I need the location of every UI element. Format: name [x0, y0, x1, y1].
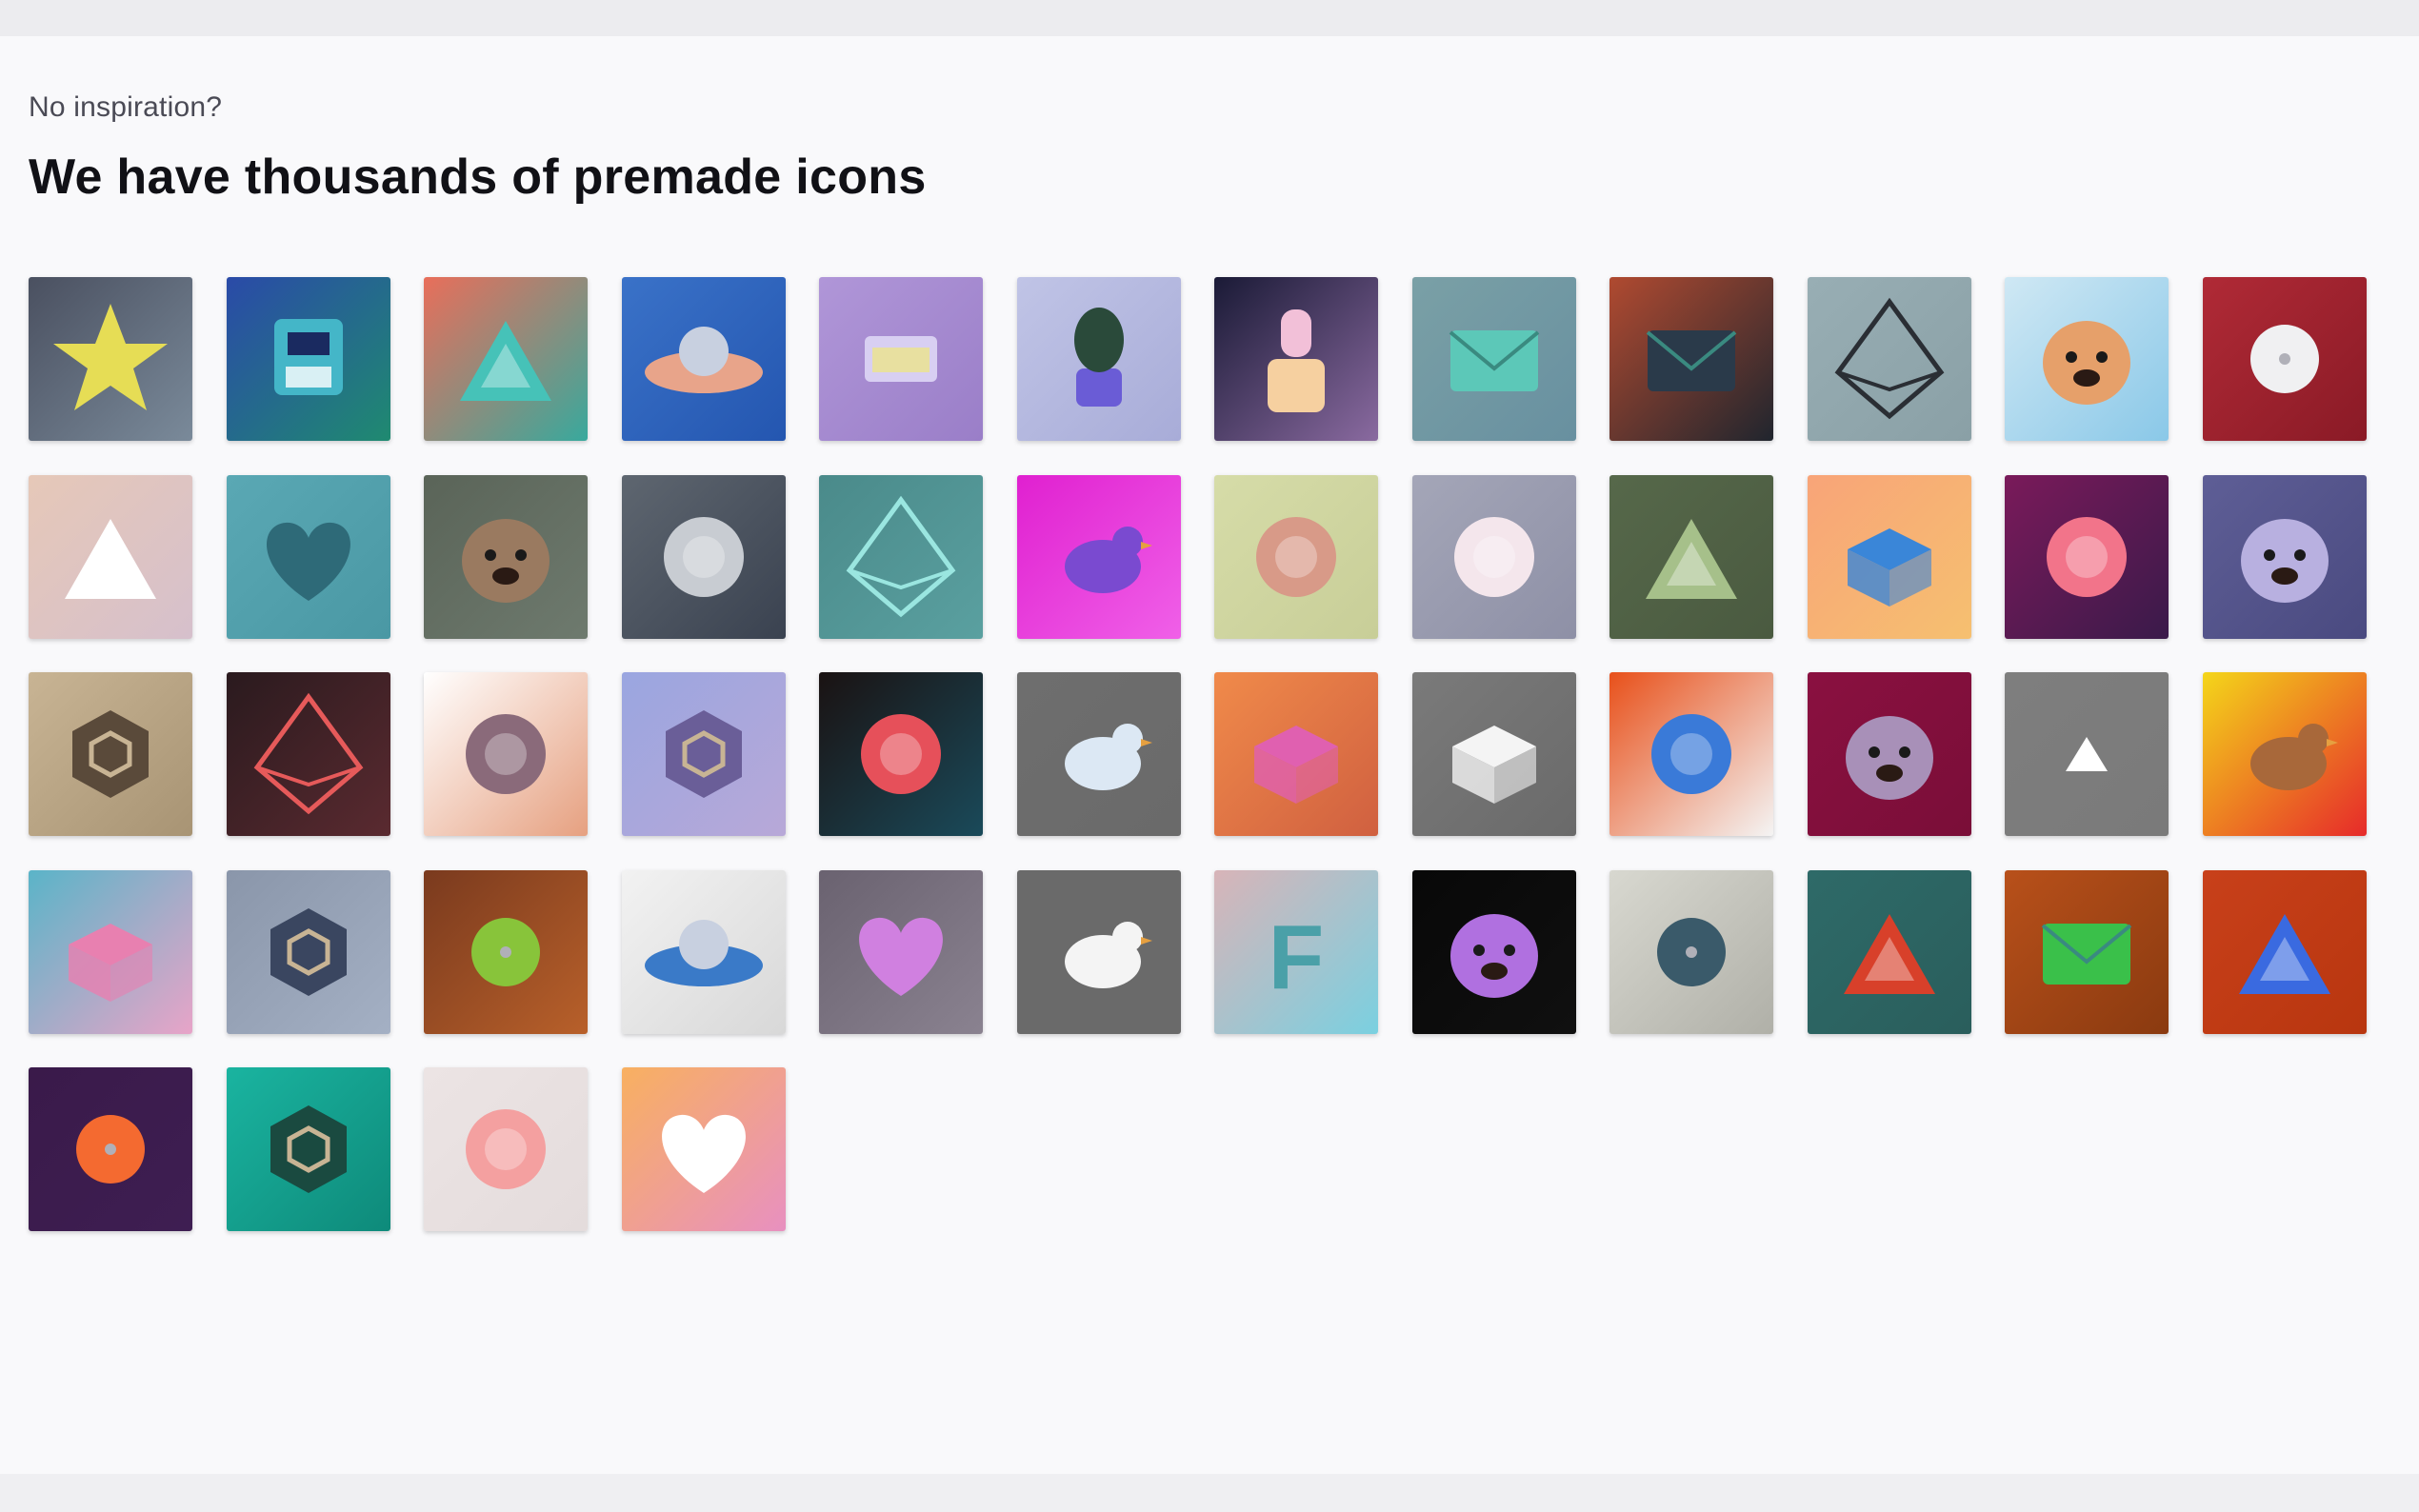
green-pyramid-icon[interactable] [1609, 474, 1773, 639]
triangle-up-icon[interactable] [2005, 672, 2169, 836]
green-envelope-icon[interactable] [2005, 869, 2169, 1034]
triangle-pattern-icon[interactable] [424, 277, 588, 441]
cube-gem-icon[interactable] [621, 672, 786, 836]
penguin-icon[interactable] [1016, 474, 1181, 639]
disc-icon[interactable] [2202, 277, 2367, 441]
kite-icon[interactable] [226, 672, 390, 836]
calendar-window-icon[interactable] [819, 277, 983, 441]
nail-polish-icon[interactable] [1214, 277, 1378, 441]
blue-pyramid-icon[interactable] [2202, 869, 2367, 1034]
ornate-frame-icon[interactable] [226, 1067, 390, 1231]
star-icon[interactable] [29, 277, 192, 441]
plant-box-icon[interactable] [1411, 672, 1576, 836]
heart-button-icon[interactable] [819, 869, 983, 1034]
round-table-icon[interactable] [621, 869, 786, 1034]
icon-grid: F [29, 277, 2367, 1231]
paint-brush-icon[interactable] [1609, 672, 1773, 836]
printer-icon[interactable] [1214, 672, 1378, 836]
section-eyebrow: No inspiration? [29, 91, 223, 123]
game-controller-icon[interactable] [1411, 474, 1576, 639]
bottom-strip [0, 1474, 2419, 1512]
section-title: We have thousands of premade icons [29, 149, 927, 205]
floppy-disk-icon[interactable] [226, 277, 390, 441]
apple-icon[interactable] [1609, 869, 1773, 1034]
rubber-duck-icon[interactable] [1016, 869, 1181, 1034]
gem-hexagon-icon[interactable] [226, 869, 390, 1034]
fried-egg-icon[interactable] [621, 1067, 786, 1231]
mountain-circle-icon[interactable] [1807, 869, 1971, 1034]
duck-icon[interactable] [2202, 672, 2367, 836]
top-strip [0, 0, 2419, 36]
owl-icon[interactable] [2202, 474, 2367, 639]
diamond-outline-icon[interactable] [1807, 277, 1971, 441]
hexagon-nut-icon[interactable] [29, 672, 192, 836]
heart-outline-icon[interactable] [226, 474, 390, 639]
green-apple-icon[interactable] [424, 869, 588, 1034]
potted-plant-icon[interactable] [1016, 277, 1181, 441]
anime-girl-icon[interactable] [1411, 869, 1576, 1034]
svg-text:F: F [1269, 906, 1325, 1008]
bird-icon[interactable] [1016, 672, 1181, 836]
fax-machine-icon[interactable] [1807, 474, 1971, 639]
pink-box-icon[interactable] [29, 869, 192, 1034]
kidney-icon[interactable] [819, 672, 983, 836]
dark-envelope-icon[interactable] [1609, 277, 1773, 441]
wolf-icon[interactable] [1807, 672, 1971, 836]
money-bag-icon[interactable] [2005, 474, 2169, 639]
pug-dog-icon[interactable] [424, 474, 588, 639]
skateboard-icon[interactable] [424, 672, 588, 836]
pyramid-ring-icon[interactable] [29, 474, 192, 639]
sunset-orb-icon[interactable] [29, 1067, 192, 1231]
curved-shield-icon[interactable] [621, 474, 786, 639]
planet-ring-icon[interactable] [621, 277, 786, 441]
letter-f-icon[interactable]: F [1214, 869, 1378, 1034]
flower-icon[interactable] [1214, 474, 1378, 639]
fox-icon[interactable] [2005, 277, 2169, 441]
mittens-icon[interactable] [424, 1067, 588, 1231]
geometric-diamond-icon[interactable] [819, 474, 983, 639]
envelope-icon[interactable] [1411, 277, 1576, 441]
